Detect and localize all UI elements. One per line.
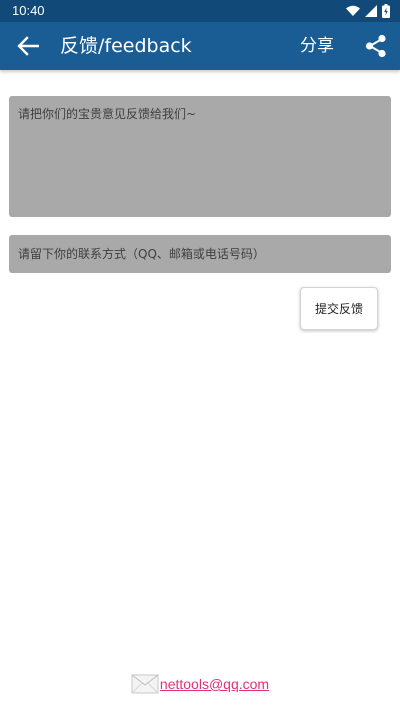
battery-icon xyxy=(382,4,390,18)
envelope-icon xyxy=(131,674,159,694)
feedback-input[interactable] xyxy=(9,96,391,217)
app-bar: 反馈/feedback 分享 xyxy=(0,22,400,70)
submit-feedback-button[interactable]: 提交反馈 xyxy=(300,287,378,330)
share-icon[interactable] xyxy=(362,32,390,60)
status-time: 10:40 xyxy=(12,3,45,18)
status-icons xyxy=(346,4,390,18)
share-button[interactable]: 分享 xyxy=(300,34,334,58)
back-button[interactable] xyxy=(10,30,46,62)
footer-contact: nettools@qq.com xyxy=(0,670,400,698)
email-link[interactable]: nettools@qq.com xyxy=(160,676,269,692)
status-bar: 10:40 xyxy=(0,0,400,22)
signal-icon xyxy=(365,5,377,17)
wifi-icon xyxy=(346,5,360,16)
back-arrow-icon xyxy=(17,36,39,56)
contact-input[interactable] xyxy=(9,235,391,273)
page-title: 反馈/feedback xyxy=(60,35,192,57)
